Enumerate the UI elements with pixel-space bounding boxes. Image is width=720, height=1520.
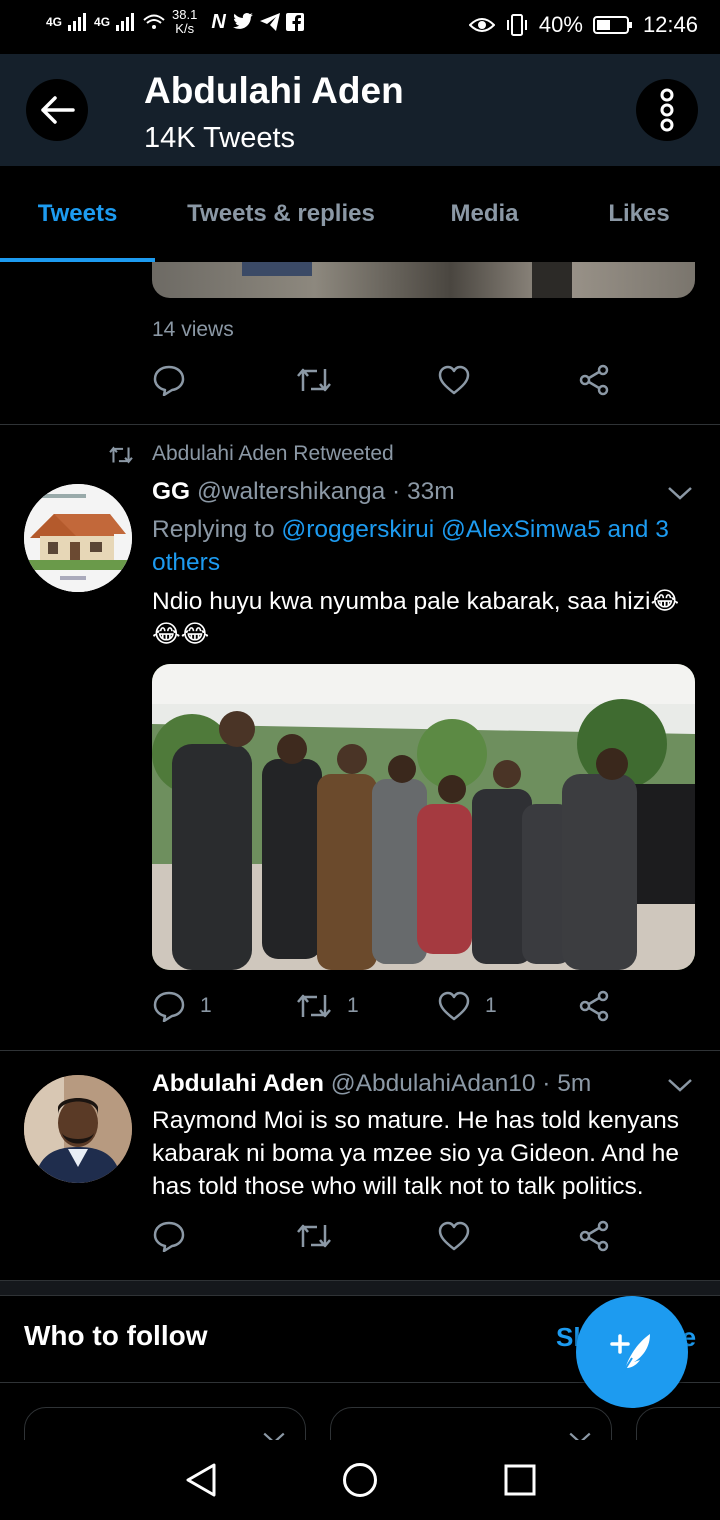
retweeted-label: Abdulahi Aden Retweeted <box>152 442 394 465</box>
divider <box>0 424 720 425</box>
signal-4g-label: 4G <box>46 15 63 29</box>
timestamp: · 33m <box>392 478 455 505</box>
more-options-button[interactable] <box>636 79 698 141</box>
share-icon <box>579 364 609 396</box>
group-photo-image <box>152 664 695 970</box>
who-to-follow-title: Who to follow <box>24 1320 208 1351</box>
reply-button[interactable] <box>152 1220 186 1252</box>
profile-tabs: Tweets Tweets & replies Media Likes <box>0 166 720 263</box>
compose-tweet-button[interactable] <box>576 1296 688 1408</box>
reply-icon <box>153 991 185 1022</box>
status-bar-right: 40% 12:46 <box>468 12 698 38</box>
divider <box>0 1050 720 1051</box>
heart-icon <box>438 991 470 1021</box>
tweet-text: Ndio huyu kwa nyumba pale kabarak, saa h… <box>152 588 680 648</box>
tweet-count: 14K Tweets <box>144 122 296 154</box>
nav-home-icon[interactable] <box>342 1462 378 1498</box>
profile-photo-image <box>24 1075 132 1183</box>
retweet-button[interactable] <box>295 1220 333 1252</box>
status-bar-left: 4G 4G 38.1 K/s N <box>46 8 304 36</box>
telegram-notification-icon <box>259 13 280 31</box>
tab-tweets-and-replies[interactable]: Tweets & replies <box>162 166 400 262</box>
retweeted-icon <box>109 446 133 464</box>
more-vertical-icon <box>660 88 674 132</box>
share-button[interactable] <box>579 364 611 396</box>
wifi-icon <box>143 14 165 29</box>
chevron-down-icon[interactable] <box>666 484 694 502</box>
twitter-notification-icon <box>232 13 253 29</box>
avatar[interactable] <box>24 484 132 592</box>
timeline[interactable]: 14 views Abdulahi Aden Retweeted GG @wal… <box>0 262 720 1440</box>
tweet-text: Raymond Moi is so mature. He has told ke… <box>152 1107 680 1200</box>
heart-icon <box>438 1221 470 1251</box>
reply-button[interactable] <box>152 364 186 396</box>
network-speed: 38.1 K/s <box>172 7 198 36</box>
arrow-left-icon <box>41 96 75 124</box>
reply-button[interactable]: 1 <box>152 990 212 1022</box>
notification-app-icon: N <box>211 10 226 33</box>
signal-bars-icon-2 <box>116 13 135 31</box>
tab-likes[interactable]: Likes <box>565 166 713 262</box>
timestamp: · 5m <box>542 1070 592 1097</box>
share-button[interactable] <box>579 990 611 1022</box>
heart-icon <box>438 365 470 395</box>
retweet-count: 1 <box>347 994 359 1017</box>
battery-icon <box>592 16 632 34</box>
retweet-button[interactable]: 1 <box>295 990 359 1022</box>
chevron-down-icon[interactable] <box>666 1076 694 1094</box>
follow-suggestion-card[interactable] <box>24 1407 306 1440</box>
house-avatar-image <box>24 484 132 592</box>
tab-media[interactable]: Media <box>412 166 557 262</box>
section-separator <box>0 1280 720 1296</box>
retweet-icon <box>297 994 331 1018</box>
handle[interactable]: @waltershikanga <box>197 478 385 505</box>
compose-feather-icon <box>610 1334 650 1375</box>
profile-header: Abdulahi Aden 14K Tweets <box>0 54 720 166</box>
retweet-icon <box>297 368 331 392</box>
previous-tweet-actions <box>152 364 632 404</box>
like-button[interactable] <box>437 364 471 396</box>
facebook-notification-icon <box>285 13 304 31</box>
vibrate-icon <box>506 14 527 36</box>
like-button[interactable]: 1 <box>437 990 497 1022</box>
signal-4g-label-2: 4G <box>94 15 111 29</box>
chevron-down-icon[interactable] <box>567 1430 593 1440</box>
battery-percent: 40% <box>538 12 583 37</box>
tweet-author-line: GG @waltershikanga · 33m <box>152 478 455 506</box>
system-navigation-bar <box>0 1440 720 1520</box>
avatar[interactable] <box>24 1075 132 1183</box>
reply-context: Replying to @roggerskirui @AlexSimwa5 an… <box>152 516 669 576</box>
signal-bars-icon <box>68 13 87 31</box>
retweet-button[interactable] <box>295 364 333 396</box>
chevron-down-icon[interactable] <box>261 1430 287 1440</box>
share-icon <box>579 990 609 1022</box>
display-name[interactable]: GG <box>152 478 190 505</box>
profile-name: Abdulahi Aden <box>144 70 404 111</box>
reply-icon <box>153 365 185 396</box>
nav-back-icon[interactable] <box>184 1462 218 1498</box>
like-count: 1 <box>485 994 497 1017</box>
status-bar: 4G 4G 38.1 K/s N 40% 12:46 <box>0 0 720 54</box>
back-button[interactable] <box>26 79 88 141</box>
tweet-author-line: Abdulahi Aden @AbdulahiAdan10 · 5m <box>152 1070 591 1098</box>
clock: 12:46 <box>642 12 698 37</box>
nav-recents-icon[interactable] <box>504 1464 536 1496</box>
tab-tweets[interactable]: Tweets <box>0 166 155 262</box>
view-count: 14 views <box>152 318 234 341</box>
display-name[interactable]: Abdulahi Aden <box>152 1070 324 1097</box>
handle[interactable]: @AbdulahiAdan10 <box>331 1070 536 1097</box>
reply-icon <box>153 1221 185 1252</box>
tweet-photo[interactable] <box>152 664 695 970</box>
like-button[interactable] <box>437 1220 471 1252</box>
retweet-icon <box>297 1224 331 1248</box>
share-icon <box>579 1220 609 1252</box>
tweet-actions: 1 1 1 <box>152 990 632 1030</box>
follow-suggestion-card[interactable] <box>330 1407 612 1440</box>
previous-tweet-media[interactable] <box>152 262 695 298</box>
follow-suggestion-card[interactable] <box>636 1407 720 1440</box>
share-button[interactable] <box>579 1220 611 1252</box>
eye-comfort-icon <box>468 18 495 32</box>
reply-count: 1 <box>200 994 212 1017</box>
tweet-actions <box>152 1220 632 1260</box>
